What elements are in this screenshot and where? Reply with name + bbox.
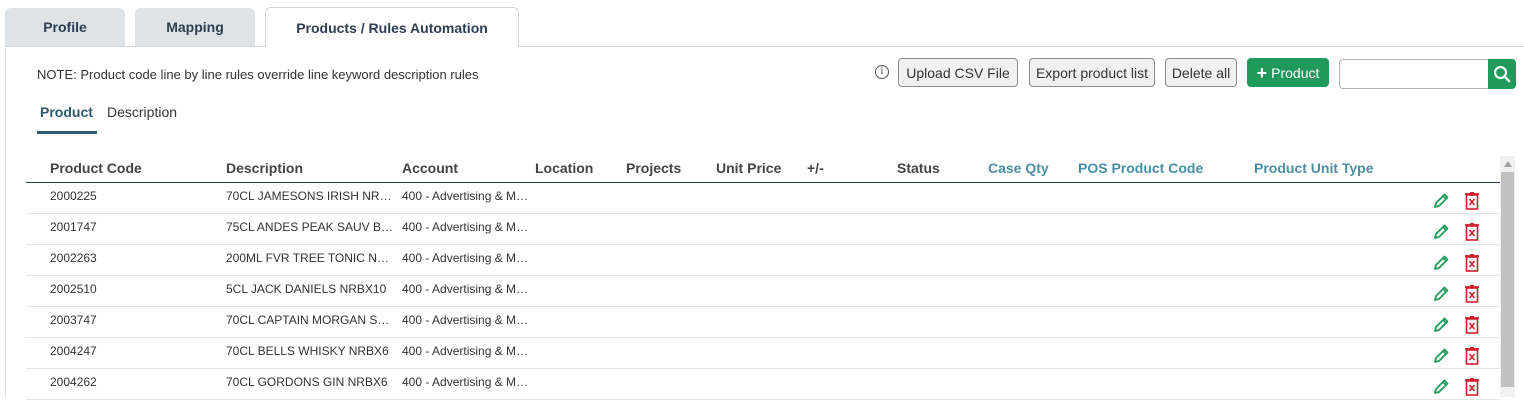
table-row[interactable]: 2003747 70CL CAPTAIN MORGAN SPICED NRBX6 4… <box>26 307 1500 338</box>
delete-all-label: Delete all <box>1171 64 1231 81</box>
table-row[interactable]: 2004262 70CL GORDONS GIN NRBX6 400 - Adver… <box>26 369 1500 400</box>
trash-icon[interactable] <box>1464 285 1480 303</box>
pencil-icon[interactable] <box>1432 316 1450 334</box>
column-header-projects[interactable]: Projects <box>626 160 681 176</box>
account-cell: 400 - Advertising & Marketing <box>402 282 532 296</box>
tab-divider <box>518 46 1524 47</box>
pencil-icon[interactable] <box>1432 285 1450 303</box>
tab-label: Mapping <box>166 19 224 35</box>
active-subtab-indicator <box>37 131 97 134</box>
table-row[interactable]: 2002263 200ML FVR TREE TONIC NRB NRBX24 40… <box>26 245 1500 276</box>
pencil-icon[interactable] <box>1432 192 1450 210</box>
column-header-status[interactable]: Status <box>897 160 940 176</box>
pencil-icon[interactable] <box>1432 223 1450 241</box>
column-header-product-code[interactable]: Product Code <box>50 160 142 176</box>
column-header-case-qty[interactable]: Case Qty <box>988 160 1049 176</box>
subtab-product[interactable]: Product <box>40 104 93 120</box>
product-code-cell: 2004262 <box>50 375 97 389</box>
account-cell: 400 - Advertising & Marketing <box>402 220 532 234</box>
column-header-product-unit-type[interactable]: Product Unit Type <box>1254 160 1374 176</box>
tab-products-rules-automation[interactable]: Products / Rules Automation <box>265 7 519 47</box>
product-code-cell: 2002263 <box>50 251 97 265</box>
trash-icon[interactable] <box>1464 192 1480 210</box>
scroll-up-icon[interactable] <box>1500 156 1515 171</box>
account-cell: 400 - Advertising & Marketing <box>402 251 532 265</box>
tab-label: Products / Rules Automation <box>296 19 488 36</box>
subtab-description[interactable]: Description <box>107 104 177 120</box>
product-code-cell: 2002510 <box>50 282 97 296</box>
info-icon[interactable]: i <box>875 65 889 79</box>
export-label: Export product list <box>1035 64 1149 81</box>
pencil-icon[interactable] <box>1432 378 1450 396</box>
tab-divider <box>5 46 265 47</box>
column-header-pos-product-code[interactable]: POS Product Code <box>1078 160 1203 176</box>
plus-icon: + <box>1256 62 1268 83</box>
search-button[interactable] <box>1488 59 1516 89</box>
column-header-plus-minus[interactable]: +/- <box>807 160 824 176</box>
panel-border <box>5 46 6 397</box>
trash-icon[interactable] <box>1464 223 1480 241</box>
description-cell: 70CL BELLS WHISKY NRBX6 <box>226 344 389 358</box>
account-cell: 400 - Advertising & Marketing <box>402 344 532 358</box>
product-code-cell: 2000225 <box>50 189 97 203</box>
search-icon <box>1493 65 1511 83</box>
add-product-button[interactable]: + Product <box>1247 58 1329 87</box>
tab-profile[interactable]: Profile <box>5 8 125 46</box>
column-header-description[interactable]: Description <box>226 160 303 176</box>
scrollbar-thumb[interactable] <box>1501 172 1514 387</box>
trash-icon[interactable] <box>1464 347 1480 365</box>
pencil-icon[interactable] <box>1432 254 1450 272</box>
trash-icon[interactable] <box>1464 378 1480 396</box>
product-code-cell: 2001747 <box>50 220 97 234</box>
product-code-cell: 2004247 <box>50 344 97 358</box>
tab-mapping[interactable]: Mapping <box>135 8 255 46</box>
account-cell: 400 - Advertising & Marketing <box>402 375 532 389</box>
product-code-cell: 2003747 <box>50 313 97 327</box>
upload-csv-label: Upload CSV File <box>906 64 1010 81</box>
search-input[interactable] <box>1339 59 1489 89</box>
description-cell: 70CL CAPTAIN MORGAN SPICED NRBX6 <box>226 313 394 327</box>
table-row[interactable]: 2000225 70CL JAMESONS IRISH NRBX6 400 - Ad… <box>26 183 1500 214</box>
pencil-icon[interactable] <box>1432 347 1450 365</box>
table-row[interactable]: 2004247 70CL BELLS WHISKY NRBX6 400 - Adve… <box>26 338 1500 369</box>
table-row[interactable]: 2002510 5CL JACK DANIELS NRBX10 400 - Adve… <box>26 276 1500 307</box>
upload-csv-button[interactable]: Upload CSV File <box>898 58 1018 87</box>
trash-icon[interactable] <box>1464 316 1480 334</box>
tab-bar: Profile Mapping Products / Rules Automat… <box>0 0 1524 47</box>
delete-all-button[interactable]: Delete all <box>1165 58 1237 87</box>
column-header-unit-price[interactable]: Unit Price <box>716 160 781 176</box>
account-cell: 400 - Advertising & Marketing <box>402 189 532 203</box>
account-cell: 400 - Advertising & Marketing <box>402 313 532 327</box>
description-cell: 5CL JACK DANIELS NRBX10 <box>226 282 387 296</box>
tab-label: Profile <box>43 19 87 35</box>
description-cell: 70CL JAMESONS IRISH NRBX6 <box>226 189 394 203</box>
rules-note: NOTE: Product code line by line rules ov… <box>37 67 479 82</box>
description-cell: 200ML FVR TREE TONIC NRB NRBX24 <box>226 251 394 265</box>
vertical-scrollbar[interactable] <box>1500 156 1515 397</box>
column-header-location[interactable]: Location <box>535 160 593 176</box>
table-row[interactable]: 2001747 75CL ANDES PEAK SAUV BL NRBX6 400 … <box>26 214 1500 245</box>
description-cell: 70CL GORDONS GIN NRBX6 <box>226 375 388 389</box>
trash-icon[interactable] <box>1464 254 1480 272</box>
add-product-label: Product <box>1271 64 1320 81</box>
description-cell: 75CL ANDES PEAK SAUV BL NRBX6 <box>226 220 394 234</box>
column-header-account[interactable]: Account <box>402 160 458 176</box>
export-product-list-button[interactable]: Export product list <box>1029 58 1155 87</box>
